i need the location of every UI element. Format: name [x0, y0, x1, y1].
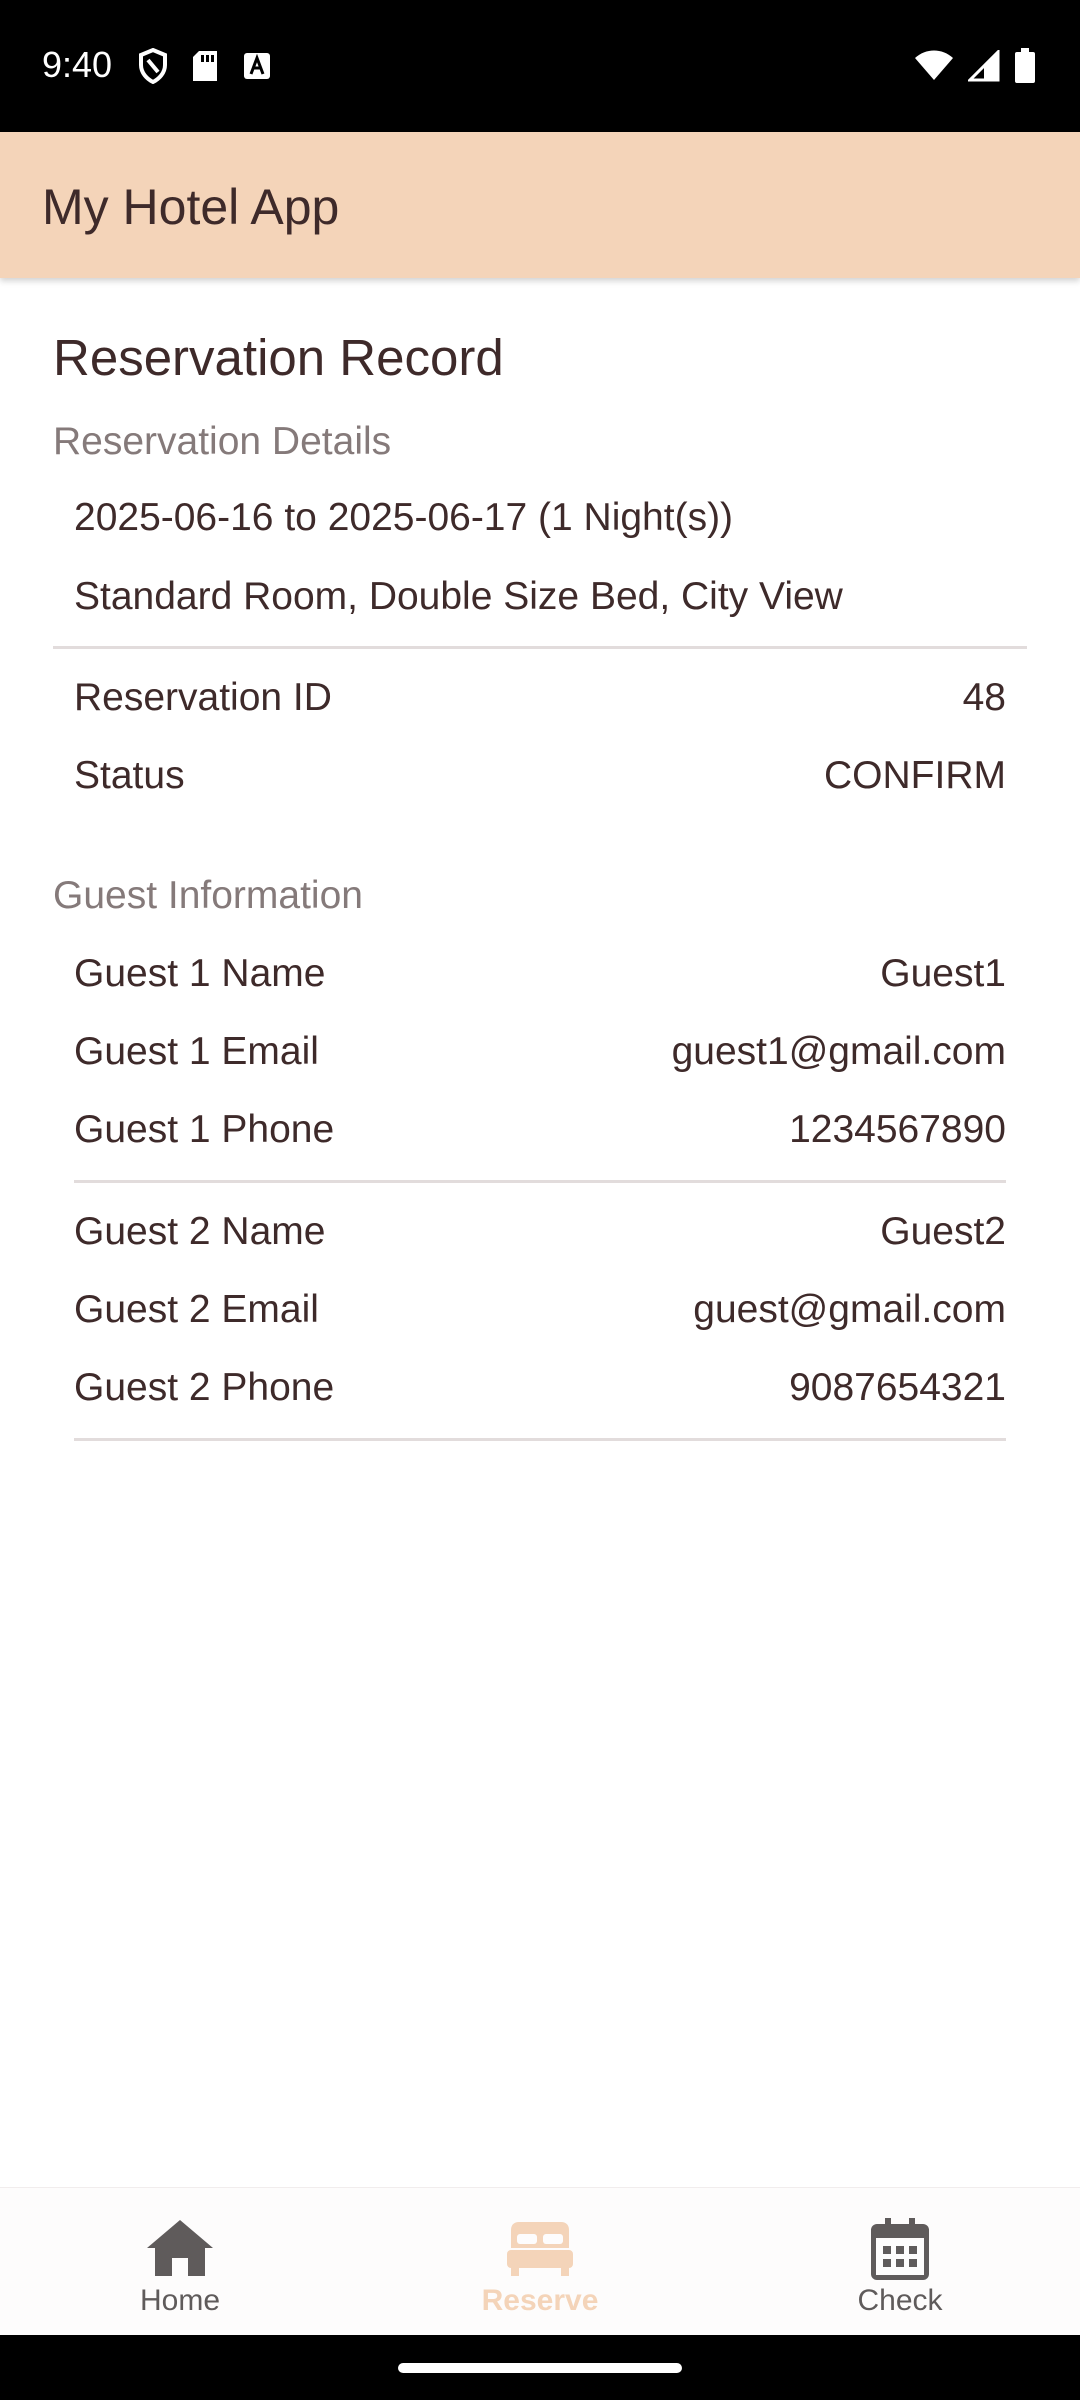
divider — [74, 1180, 1006, 1183]
text-a-icon — [242, 51, 272, 86]
cell-signal-icon — [966, 48, 1000, 87]
status-bar: 9:40 — [0, 0, 1080, 132]
status-time: 9:40 — [42, 44, 113, 85]
guest-2-phone-value: 9087654321 — [789, 1366, 1006, 1409]
guest-1-phone-value: 1234567890 — [789, 1108, 1006, 1151]
calendar-icon — [865, 2218, 935, 2280]
guest-information-label: Guest Information — [53, 874, 363, 917]
guest-1-name-label: Guest 1 Name — [74, 952, 326, 995]
guest-2-phone-row: Guest 2 Phone 9087654321 — [74, 1366, 1006, 1416]
guest-2-email-label: Guest 2 Email — [74, 1288, 319, 1331]
date-range: 2025-06-16 to 2025-06-17 (1 Night(s)) — [74, 496, 734, 539]
guest-2-phone-label: Guest 2 Phone — [74, 1366, 335, 1409]
reservation-id-value: 48 — [962, 676, 1006, 719]
guest-2-name-value: Guest2 — [880, 1210, 1006, 1253]
app-bar: My Hotel App — [0, 132, 1080, 278]
status-label: Status — [74, 754, 185, 797]
reservation-id-row: Reservation ID 48 — [74, 676, 1006, 726]
wifi-icon — [914, 50, 954, 87]
nav-item-reserve[interactable]: Reserve — [360, 2188, 720, 2336]
nav-label-home: Home — [139, 2284, 221, 2317]
guest-1-name-row: Guest 1 Name Guest1 — [74, 952, 1006, 1002]
guest-1-phone-label: Guest 1 Phone — [74, 1108, 335, 1151]
nav-item-check[interactable]: Check — [720, 2188, 1080, 2336]
guest-2-name-row: Guest 2 Name Guest2 — [74, 1210, 1006, 1260]
guest-2-email-row: Guest 2 Email guest@gmail.com — [74, 1288, 1006, 1338]
home-icon — [145, 2218, 215, 2280]
guest-2-name-label: Guest 2 Name — [74, 1210, 326, 1253]
guest-1-email-row: Guest 1 Email guest1@gmail.com — [74, 1030, 1006, 1080]
bottom-navigation: Home Reserve Check — [0, 2187, 1080, 2335]
divider — [53, 646, 1027, 649]
page-title: Reservation Record — [53, 329, 504, 386]
guest-1-name-value: Guest1 — [880, 952, 1006, 995]
guest-1-phone-row: Guest 1 Phone 1234567890 — [74, 1108, 1006, 1158]
divider — [74, 1438, 1006, 1441]
nav-label-check: Check — [857, 2284, 943, 2317]
home-gesture-handle[interactable] — [398, 2363, 682, 2373]
status-row: Status CONFIRM — [74, 754, 1006, 804]
room-description: Standard Room, Double Size Bed, City Vie… — [74, 575, 843, 618]
reservation-details-label: Reservation Details — [53, 420, 392, 463]
shield-icon — [138, 47, 168, 89]
sd-card-icon — [190, 49, 220, 88]
bed-icon — [505, 2218, 575, 2280]
battery-icon — [1014, 48, 1036, 89]
nav-label-reserve: Reserve — [481, 2284, 599, 2317]
guest-2-email-value: guest@gmail.com — [693, 1288, 1006, 1331]
reservation-id-label: Reservation ID — [74, 676, 332, 719]
status-value: CONFIRM — [824, 754, 1006, 797]
system-navigation-area — [0, 2335, 1080, 2400]
guest-1-email-label: Guest 1 Email — [74, 1030, 319, 1073]
guest-1-email-value: guest1@gmail.com — [671, 1030, 1006, 1073]
app-title: My Hotel App — [42, 179, 340, 235]
nav-item-home[interactable]: Home — [0, 2188, 360, 2336]
